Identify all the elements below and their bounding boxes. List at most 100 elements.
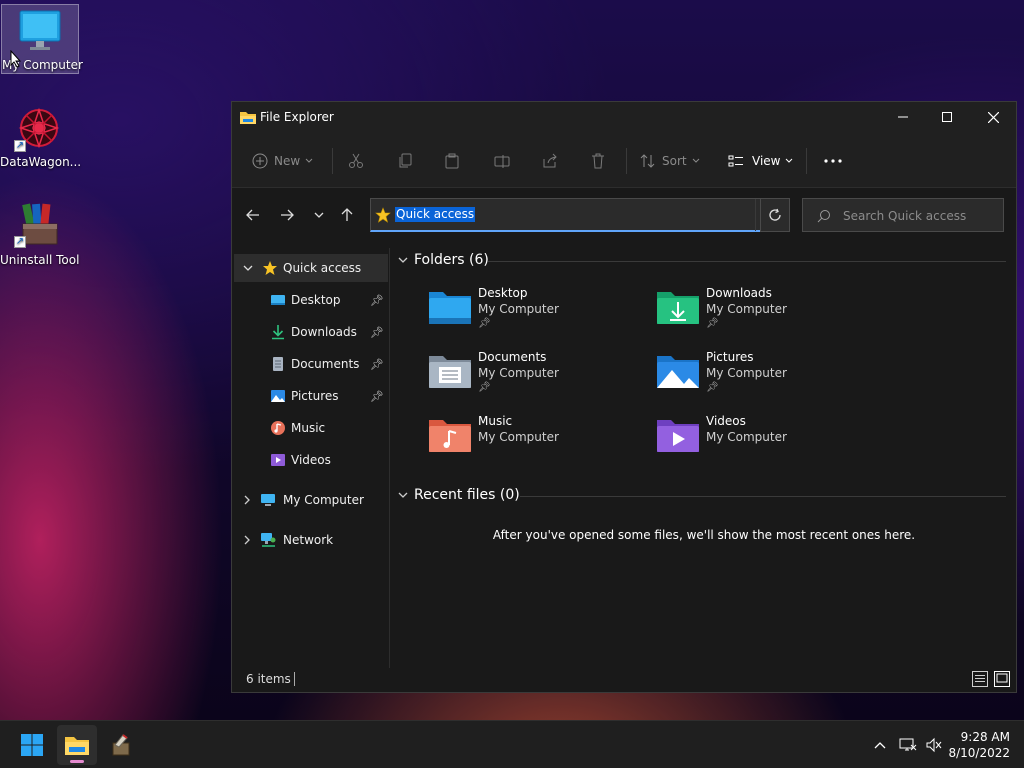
clipboard-icon [445,153,459,169]
minimize-button[interactable] [880,102,926,132]
pin-icon: 📌︎ [370,325,384,339]
folders-section-header[interactable]: Folders (6) [398,252,489,268]
forward-button[interactable] [276,204,298,226]
view-label: View [752,154,781,168]
desktop-icon-datawagon[interactable]: ↗ DataWagon... [0,104,82,174]
network-monitor-icon [899,738,917,751]
folder-tile-documents[interactable]: Documents My Computer 📌︎ [428,350,648,404]
taskbar-pinned-app[interactable] [101,725,141,765]
sort-button[interactable]: Sort [640,150,700,172]
shortcut-arrow-icon: ↗ [14,236,26,248]
active-indicator [70,760,84,763]
status-bar: 6 items [232,666,1016,692]
window-title: File Explorer [260,110,334,124]
music-folder-icon [429,420,471,452]
sidebar-item-downloads[interactable]: Downloads 📌︎ [232,318,388,346]
folder-tile-desktop[interactable]: Desktop My Computer 📌︎ [428,286,648,340]
folder-name: Downloads [706,286,772,300]
close-icon [987,111,999,123]
sidebar-item-label: Desktop [291,293,341,307]
separator [294,672,295,686]
divider [488,261,1006,262]
view-button[interactable]: View [728,150,793,172]
cut-button[interactable] [348,150,364,172]
star-icon [263,261,277,275]
arrow-left-icon [246,209,259,221]
content-pane: Folders (6) Desktop My Computer 📌︎ Downl… [392,248,1016,668]
chevron-right-icon [244,535,250,545]
folder-location: My Computer [478,366,559,380]
search-icon [817,210,830,223]
sidebar-item-pictures[interactable]: Pictures 📌︎ [232,382,388,410]
address-bar[interactable]: Quick access [370,198,790,232]
close-button[interactable] [970,102,1016,132]
refresh-icon [769,208,781,221]
sidebar-item-label: Music [291,421,326,435]
sidebar-item-desktop[interactable]: Desktop 📌︎ [232,286,388,314]
network-status-button[interactable] [896,721,920,768]
computer-icon [261,494,275,506]
file-explorer-icon [240,112,256,124]
folder-tile-videos[interactable]: Videos My Computer [656,414,876,468]
new-button[interactable]: New [252,150,313,172]
arrow-up-icon [341,208,353,221]
sidebar-item-label: Documents [291,357,360,371]
pin-icon: 📌︎ [370,357,384,371]
sidebar-item-network[interactable]: Network [232,526,388,554]
folder-name: Desktop [478,286,528,300]
documents-folder-icon [429,356,471,388]
title-bar[interactable]: File Explorer [232,102,1016,132]
folder-tile-music[interactable]: Music My Computer [428,414,648,468]
address-text[interactable]: Quick access [395,207,476,222]
scissors-icon [349,153,363,168]
recent-locations-button[interactable] [308,204,330,226]
desktop-icon-label: DataWagon... [0,155,82,169]
start-button[interactable] [12,725,52,765]
recent-files-section-header[interactable]: Recent files (0) [398,487,520,503]
volume-button[interactable] [922,721,946,768]
large-icons-view-button[interactable] [994,671,1010,687]
sidebar-item-quick-access[interactable]: Quick access [234,254,388,282]
desktop-icon-uninstall-tool[interactable]: ↗ Uninstall Tool [0,200,80,270]
delete-button[interactable] [590,150,606,172]
details-view-button[interactable] [972,671,988,687]
sidebar-item-music[interactable]: Music [232,414,388,442]
taskbar-file-explorer[interactable] [57,725,97,765]
pin-icon: 📌︎ [706,382,719,393]
rename-icon [494,155,510,168]
trash-icon [592,153,604,169]
refresh-button[interactable] [760,198,790,232]
sidebar-item-label: Videos [291,453,331,467]
download-icon [272,325,284,340]
maximize-button[interactable] [924,102,970,132]
folder-name: Documents [478,350,547,364]
sidebar-item-documents[interactable]: Documents 📌︎ [232,350,388,378]
video-icon [271,454,285,466]
more-options-button[interactable] [824,150,842,172]
clock[interactable]: 9:28 AM 8/10/2022 [948,729,1010,761]
app-installer-icon [112,734,130,756]
shortcut-arrow-icon: ↗ [14,140,26,152]
sidebar-item-videos[interactable]: Videos [232,446,388,474]
chevron-down-icon [786,158,793,163]
downloads-folder-icon [657,292,699,324]
sidebar-item-my-computer[interactable]: My Computer [232,486,388,514]
back-button[interactable] [242,204,264,226]
pin-icon: 📌︎ [478,318,491,329]
separator [332,148,333,174]
details-view-icon [975,675,985,682]
pin-icon: 📌︎ [370,389,384,403]
share-button[interactable] [542,150,558,172]
rename-button[interactable] [494,150,510,172]
copy-button[interactable] [398,150,414,172]
desktop-icon-label: Uninstall Tool [0,253,80,267]
up-button[interactable] [336,204,358,226]
search-box[interactable]: Search Quick access [802,198,1004,232]
paste-button[interactable] [444,150,460,172]
sidebar-item-label: Downloads [291,325,357,339]
folder-tile-pictures[interactable]: Pictures My Computer 📌︎ [656,350,876,404]
videos-folder-icon [657,420,699,452]
chevron-down-icon [305,158,313,163]
show-hidden-icons-button[interactable] [868,721,892,768]
folder-tile-downloads[interactable]: Downloads My Computer 📌︎ [656,286,876,340]
